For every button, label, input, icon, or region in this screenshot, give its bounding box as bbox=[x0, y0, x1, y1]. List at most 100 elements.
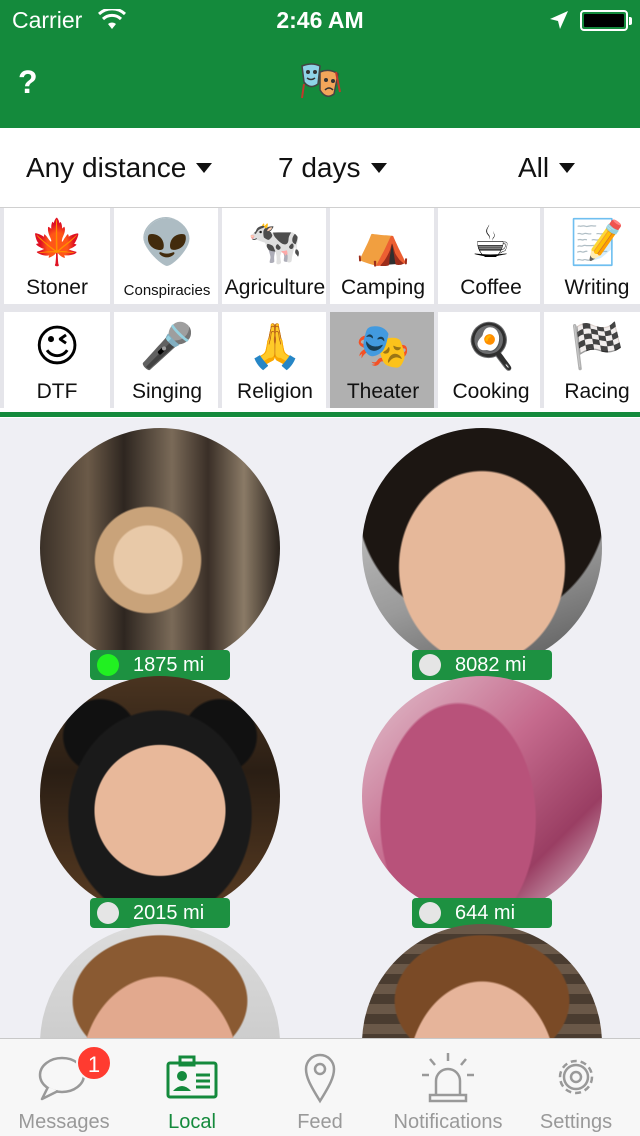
interest-stoner[interactable]: 🍁 Stoner bbox=[4, 208, 110, 304]
microphone-icon: 🎤 bbox=[139, 322, 195, 371]
tab-label: Local bbox=[168, 1111, 216, 1133]
alien-icon: 👽 bbox=[139, 218, 195, 267]
offline-status-dot bbox=[419, 654, 441, 676]
profile-card[interactable] bbox=[40, 924, 280, 1038]
frying-pan-icon: 🍳 bbox=[463, 322, 519, 371]
interest-label: Conspiracies bbox=[123, 282, 211, 299]
interest-writing[interactable]: 📝 Writing bbox=[544, 208, 640, 304]
interest-agriculture[interactable]: 🐄 Agriculture bbox=[222, 208, 328, 304]
interest-label: Agriculture bbox=[224, 276, 326, 299]
profile-card[interactable]: 644 mi bbox=[362, 676, 602, 928]
unread-badge: 1 bbox=[76, 1045, 112, 1081]
alarm-light-icon bbox=[422, 1053, 474, 1103]
profile-card[interactable]: 1875 mi bbox=[40, 428, 280, 680]
interest-grid: 🍁 Stoner 👽 Conspiracies 🐄 Agriculture ⛺ … bbox=[0, 208, 640, 418]
gender-filter[interactable]: All bbox=[518, 152, 576, 184]
checkered-flag-icon: 🏁 bbox=[569, 322, 625, 371]
divider bbox=[0, 312, 4, 408]
divider bbox=[218, 208, 222, 304]
distance-label: 2015 mi bbox=[133, 901, 205, 924]
top-bar: Carrier 2:46 AM ? bbox=[0, 0, 640, 128]
profile-grid: 1875 mi 8082 mi 2015 mi 644 mi bbox=[0, 418, 640, 1038]
offline-status-dot bbox=[419, 902, 441, 924]
battery-icon bbox=[580, 10, 632, 31]
tab-messages[interactable]: 1 Messages bbox=[0, 1039, 128, 1136]
gender-filter-label: All bbox=[518, 152, 550, 183]
caret-down-icon bbox=[196, 163, 213, 173]
tab-feed[interactable]: Feed bbox=[256, 1039, 384, 1136]
avatar bbox=[362, 428, 602, 668]
profile-card[interactable]: 2015 mi bbox=[40, 676, 280, 928]
divider bbox=[218, 312, 222, 408]
interest-label: Stoner bbox=[26, 276, 88, 299]
tab-label: Notifications bbox=[393, 1111, 503, 1133]
caret-down-icon bbox=[370, 163, 387, 173]
tent-icon: ⛺ bbox=[355, 218, 411, 267]
id-card-icon bbox=[166, 1055, 218, 1099]
time-filter[interactable]: 7 days bbox=[278, 152, 387, 184]
interest-religion[interactable]: 🙏 Religion bbox=[222, 312, 328, 408]
memo-pencil-icon: 📝 bbox=[569, 218, 625, 267]
avatar bbox=[362, 924, 602, 1038]
caret-down-icon bbox=[559, 163, 576, 173]
winking-face-icon: 😉 bbox=[34, 321, 80, 371]
theater-masks-icon: 🎭 bbox=[355, 322, 411, 371]
interest-singing[interactable]: 🎤 Singing bbox=[114, 312, 220, 408]
divider bbox=[326, 208, 330, 304]
time-filter-label: 7 days bbox=[278, 152, 361, 183]
tab-label: Settings bbox=[539, 1111, 613, 1133]
interest-conspiracies[interactable]: 👽 Conspiracies bbox=[114, 208, 220, 304]
map-pin-icon bbox=[304, 1053, 336, 1104]
tab-label: Feed bbox=[297, 1111, 343, 1133]
interest-cooking[interactable]: 🍳 Cooking bbox=[438, 312, 544, 408]
tab-notifications[interactable]: Notifications bbox=[384, 1039, 512, 1136]
distance-filter[interactable]: Any distance bbox=[26, 152, 213, 184]
divider bbox=[434, 312, 438, 408]
divider bbox=[0, 208, 4, 304]
interest-label: Theater bbox=[346, 380, 420, 403]
distance-label: 1875 mi bbox=[133, 653, 205, 676]
interest-label: Singing bbox=[131, 380, 203, 403]
avatar bbox=[40, 676, 280, 916]
avatar bbox=[362, 676, 602, 916]
divider bbox=[110, 208, 114, 304]
tab-local[interactable]: Local bbox=[128, 1039, 256, 1136]
help-button[interactable]: ? bbox=[18, 64, 38, 101]
status-bar: Carrier 2:46 AM bbox=[0, 0, 640, 40]
interest-theater[interactable]: 🎭 Theater bbox=[330, 312, 436, 408]
distance-label: 8082 mi bbox=[455, 653, 527, 676]
filter-bar: Any distance 7 days All bbox=[0, 128, 640, 208]
interest-coffee[interactable]: ☕ Coffee bbox=[438, 208, 544, 304]
interest-racing[interactable]: 🏁 Racing bbox=[544, 312, 640, 408]
divider bbox=[110, 312, 114, 408]
tab-bar: 1 Messages Local Feed Notifications Sett… bbox=[0, 1038, 640, 1136]
online-status-dot bbox=[97, 654, 119, 676]
divider bbox=[434, 208, 438, 304]
location-arrow-icon bbox=[550, 11, 568, 29]
clock: 2:46 AM bbox=[276, 7, 364, 33]
section-divider bbox=[0, 412, 640, 417]
interest-camping[interactable]: ⛺ Camping bbox=[330, 208, 436, 304]
interest-label: Religion bbox=[237, 380, 313, 403]
tab-label: Messages bbox=[18, 1111, 110, 1133]
distance-filter-label: Any distance bbox=[26, 152, 187, 183]
tab-settings[interactable]: Settings bbox=[512, 1039, 640, 1136]
interest-dtf[interactable]: 😉 DTF bbox=[4, 312, 110, 408]
coffee-icon: ☕ bbox=[471, 217, 511, 267]
profile-card[interactable] bbox=[362, 924, 602, 1038]
praying-hands-icon: 🙏 bbox=[247, 322, 303, 371]
avatar bbox=[40, 428, 280, 668]
interest-label: DTF bbox=[36, 380, 78, 403]
offline-status-dot bbox=[97, 902, 119, 924]
interest-row: 😉 DTF 🎤 Singing 🙏 Religion 🎭 Theater 🍳 C… bbox=[0, 312, 640, 408]
divider bbox=[540, 312, 544, 408]
interest-row: 🍁 Stoner 👽 Conspiracies 🐄 Agriculture ⛺ … bbox=[0, 208, 640, 304]
distance-label: 644 mi bbox=[455, 901, 516, 924]
profile-card[interactable]: 8082 mi bbox=[362, 428, 602, 680]
avatar bbox=[40, 924, 280, 1038]
row-divider bbox=[0, 304, 640, 312]
interest-label: Camping bbox=[340, 276, 426, 299]
interest-label: Racing bbox=[564, 380, 630, 403]
gear-icon bbox=[558, 1059, 594, 1095]
interest-label: Writing bbox=[564, 276, 630, 299]
